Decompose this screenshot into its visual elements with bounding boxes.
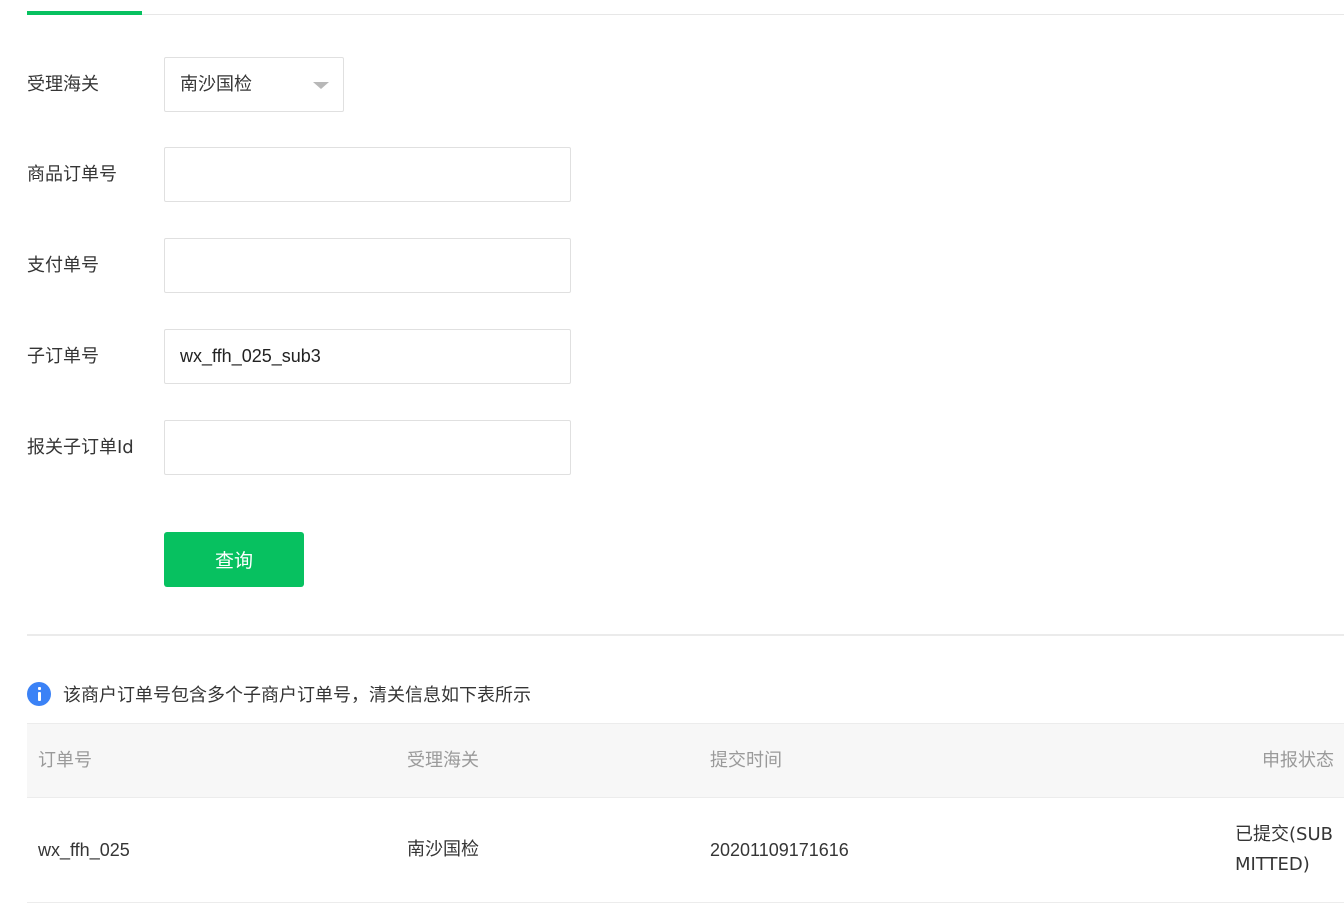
sub-order-input[interactable]	[164, 329, 571, 384]
notice-text: 该商户订单号包含多个子商户订单号，清关信息如下表所示	[63, 685, 531, 706]
cell-submit-time: 20201109171616	[710, 840, 849, 860]
header-submit-time: 提交时间	[710, 750, 782, 771]
notice: 该商户订单号包含多个子商户订单号，清关信息如下表所示	[27, 680, 531, 708]
info-icon	[27, 682, 51, 706]
cell-order-no: wx_ffh_025	[38, 840, 130, 860]
active-tab-indicator[interactable]	[27, 11, 142, 15]
sub-order-label: 子订单号	[27, 346, 99, 367]
sub-order-row: 子订单号	[27, 329, 587, 384]
cell-status: 已提交(SUBMITTED)	[1235, 824, 1333, 875]
customs-row: 受理海关 南沙国检	[27, 57, 587, 112]
table-row: wx_ffh_025 南沙国检 20201109171616 已提交(SUBMI…	[27, 798, 1344, 903]
clearance-table: 订单号 受理海关 提交时间 申报状态 wx_ffh_025 南沙国检 20201…	[27, 723, 1344, 903]
payment-order-row: 支付单号	[27, 238, 587, 293]
tab-bar	[27, 0, 1344, 15]
customs-query-page: 受理海关 南沙国检 商品订单号 支付单号 子订单号 报关子订单Id 查询 该商户…	[0, 0, 1344, 908]
customs-sub-order-id-label: 报关子订单Id	[27, 437, 134, 458]
payment-order-label: 支付单号	[27, 255, 99, 276]
header-customs: 受理海关	[407, 750, 479, 771]
product-order-input[interactable]	[164, 147, 571, 202]
product-order-label: 商品订单号	[27, 164, 117, 185]
section-divider	[27, 634, 1344, 636]
payment-order-input[interactable]	[164, 238, 571, 293]
customs-sub-order-id-input[interactable]	[164, 420, 571, 475]
customs-label: 受理海关	[27, 74, 99, 95]
chevron-down-icon	[313, 82, 329, 89]
query-button[interactable]: 查询	[164, 532, 304, 587]
table-header: 订单号 受理海关 提交时间 申报状态	[27, 723, 1344, 798]
header-order-no: 订单号	[38, 750, 92, 771]
cell-customs: 南沙国检	[407, 839, 479, 860]
customs-select-value: 南沙国检	[180, 74, 252, 95]
customs-sub-order-id-row: 报关子订单Id	[27, 420, 587, 475]
product-order-row: 商品订单号	[27, 147, 587, 202]
header-status: 申报状态	[1262, 750, 1334, 771]
customs-select[interactable]: 南沙国检	[164, 57, 344, 112]
